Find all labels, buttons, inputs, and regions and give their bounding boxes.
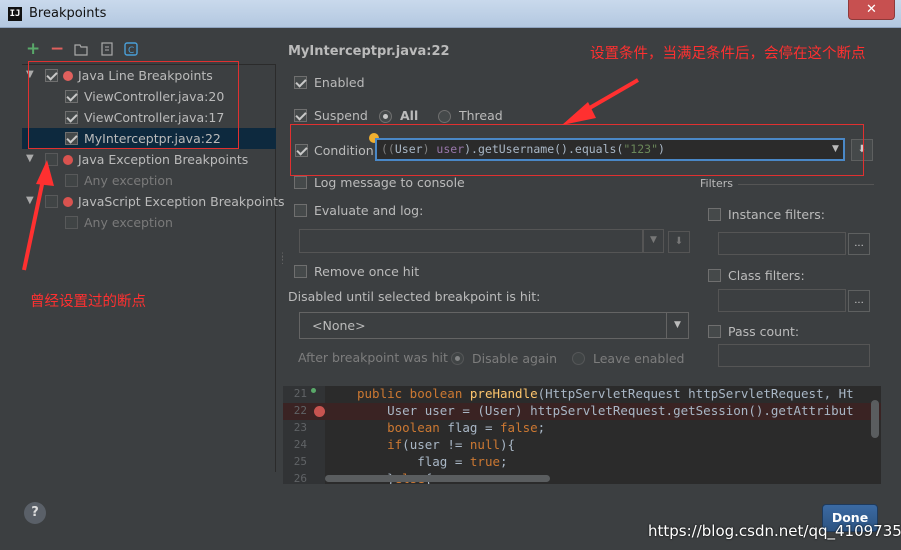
instance-filters-label: Instance filters:	[728, 207, 825, 222]
evaluate-log-checkbox[interactable]	[294, 204, 307, 217]
watermark: https://blog.csdn.net/qq_41097354	[648, 522, 901, 540]
suspend-label: Suspend	[314, 108, 368, 123]
checkbox[interactable]	[45, 195, 58, 208]
close-button[interactable]: ✕	[848, 0, 895, 20]
annotation-text-history: 曾经设置过的断点	[30, 294, 146, 310]
code-line: 25 flag = true;	[293, 454, 508, 469]
checkbox[interactable]	[65, 174, 78, 187]
annotation-text-condition: 设置条件，当满足条件后，会停在这个断点	[590, 46, 866, 62]
tree-group-java-exception[interactable]: ▼ Java Exception Breakpoints	[22, 149, 276, 170]
annotation-box-breakpoints	[28, 61, 239, 149]
filters-divider	[738, 184, 874, 185]
enabled-label: Enabled	[314, 75, 365, 90]
disable-again-label: Disable again	[472, 351, 557, 366]
tree-item-any-exception-js[interactable]: Any exception	[22, 212, 276, 233]
suspend-all-radio[interactable]	[379, 110, 392, 123]
class-filters-checkbox[interactable]	[708, 269, 721, 282]
tree-label: JavaScript Exception Breakpoints	[78, 194, 285, 209]
title-bar: IJ Breakpoints ✕	[0, 0, 901, 28]
exception-breakpoint-icon	[63, 197, 73, 207]
splitter-grip[interactable]: ⋮ ⋮	[278, 253, 287, 266]
import-icon[interactable]: C	[124, 42, 138, 56]
folder-icon[interactable]	[74, 42, 88, 56]
class-filters-label: Class filters:	[728, 268, 805, 283]
suspend-all-label: All	[400, 108, 419, 123]
suspend-checkbox[interactable]	[294, 109, 307, 122]
remove-once-label: Remove once hit	[314, 264, 420, 279]
code-line-breakpoint: 22 User user = (User) httpServletRequest…	[283, 403, 881, 420]
tree-label: Any exception	[84, 173, 173, 188]
filters-heading: Filters	[700, 177, 733, 190]
instance-filters-input[interactable]	[718, 232, 846, 255]
remove-breakpoint-button[interactable]: −	[50, 41, 64, 58]
log-message-checkbox[interactable]	[294, 176, 307, 189]
checkbox[interactable]	[65, 216, 78, 229]
tree-label: Java Exception Breakpoints	[78, 152, 249, 167]
intellij-app-icon: IJ	[8, 7, 22, 21]
tree-item-any-exception[interactable]: Any exception	[22, 170, 276, 191]
exception-breakpoint-icon	[63, 155, 73, 165]
breakpoint-marker-icon	[314, 406, 325, 417]
leave-enabled-radio[interactable]	[572, 352, 585, 365]
code-horizontal-scrollbar[interactable]	[325, 475, 550, 482]
class-filters-input[interactable]	[718, 289, 846, 312]
pass-count-input[interactable]	[718, 344, 870, 367]
add-breakpoint-button[interactable]: +	[26, 41, 40, 58]
expand-editor-icon[interactable]: ⬇	[668, 231, 690, 253]
class-filters-more-button[interactable]: ...	[848, 290, 870, 312]
disable-again-radio[interactable]	[451, 352, 464, 365]
suspend-thread-label: Thread	[459, 108, 503, 123]
pass-count-label: Pass count:	[728, 324, 800, 339]
leave-enabled-label: Leave enabled	[593, 351, 685, 366]
remove-once-checkbox[interactable]	[294, 265, 307, 278]
expand-arrow-icon[interactable]: ▼	[26, 195, 34, 206]
annotation-box-condition	[290, 124, 864, 176]
enabled-checkbox[interactable]	[294, 76, 307, 89]
code-vertical-scrollbar[interactable]	[871, 400, 879, 438]
code-preview: 21 public boolean preHandle(HttpServletR…	[283, 386, 881, 484]
code-line: 24 if(user != null){	[293, 437, 516, 452]
help-button[interactable]: ?	[24, 502, 46, 524]
after-hit-label: After breakpoint was hit	[298, 350, 448, 365]
evaluate-log-input[interactable]	[299, 229, 643, 253]
pass-count-checkbox[interactable]	[708, 325, 721, 338]
chevron-down-icon[interactable]: ▼	[666, 313, 688, 338]
checkbox[interactable]	[45, 153, 58, 166]
tree-group-javascript-exception[interactable]: ▼ JavaScript Exception Breakpoints	[22, 191, 285, 212]
log-message-label: Log message to console	[314, 175, 465, 190]
export-icon[interactable]	[100, 42, 114, 56]
code-line: 23 boolean flag = false;	[293, 420, 546, 435]
tree-label: Any exception	[84, 215, 173, 230]
instance-filters-more-button[interactable]: ...	[848, 233, 870, 255]
select-value: <None>	[312, 318, 366, 333]
instance-filters-checkbox[interactable]	[708, 208, 721, 221]
window-title: Breakpoints	[29, 6, 107, 21]
disabled-until-label: Disabled until selected breakpoint is hi…	[288, 289, 541, 304]
code-line: 21 public boolean preHandle(HttpServletR…	[293, 386, 854, 401]
expand-arrow-icon[interactable]: ▼	[26, 153, 34, 164]
evaluate-log-label: Evaluate and log:	[314, 203, 424, 218]
evaluate-history-chevron-down-icon[interactable]: ▼	[643, 229, 664, 253]
suspend-thread-radio[interactable]	[438, 110, 451, 123]
master-breakpoint-select[interactable]: <None> ▼	[299, 312, 689, 339]
breakpoint-title: MyInterceptpr.java:22	[288, 44, 450, 59]
svg-text:C: C	[128, 46, 134, 56]
override-marker-icon	[311, 388, 316, 393]
